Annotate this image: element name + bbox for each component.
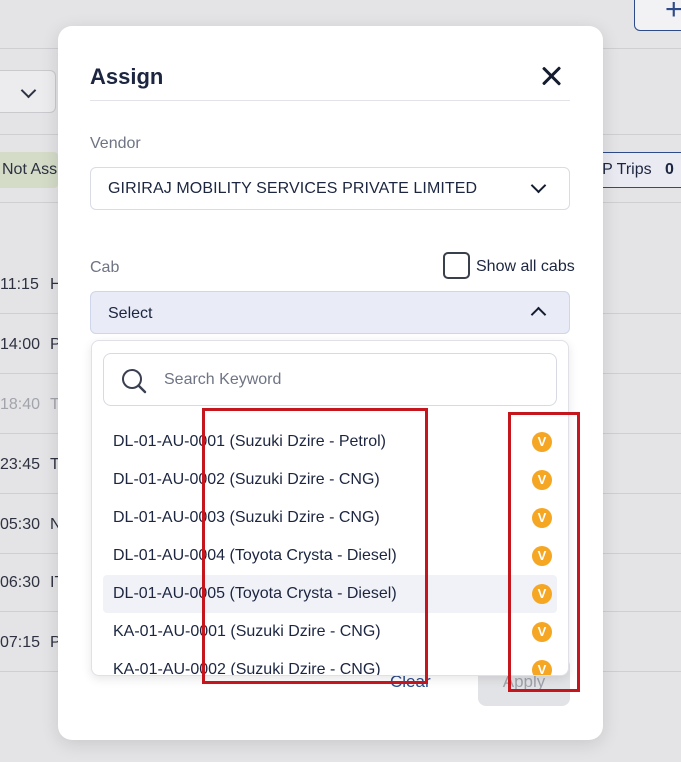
trip-row[interactable]: 11:15 H bbox=[0, 276, 62, 300]
modal-title: Assign bbox=[90, 64, 164, 89]
add-button[interactable]: + bbox=[634, 0, 681, 31]
cab-option[interactable]: KA-01-AU-0001 (Suzuki Dzire - CNG) V bbox=[103, 613, 557, 651]
trip-row[interactable]: 07:15 P bbox=[0, 634, 61, 658]
search-input[interactable] bbox=[164, 366, 544, 394]
vendor-select[interactable]: GIRIRAJ MOBILITY SERVICES PRIVATE LIMITE… bbox=[90, 167, 570, 210]
trip-time: 14:00 bbox=[0, 336, 41, 353]
vendor-value: GIRIRAJ MOBILITY SERVICES PRIVATE LIMITE… bbox=[108, 180, 478, 197]
cab-option[interactable]: DL-01-AU-0005 (Toyota Crysta - Diesel) V bbox=[103, 575, 557, 613]
vendor-badge-icon: V bbox=[532, 622, 552, 642]
cab-label: Cab bbox=[90, 259, 120, 276]
vendor-badge-icon: V bbox=[532, 470, 552, 490]
trip-row[interactable]: 06:30IT bbox=[0, 574, 64, 598]
cab-option-label: KA-01-AU-0002 (Suzuki Dzire - CNG) bbox=[113, 661, 381, 676]
cab-dropdown: DL-01-AU-0001 (Suzuki Dzire - Petrol) V … bbox=[91, 340, 569, 676]
close-icon[interactable] bbox=[540, 64, 564, 88]
show-all-cabs-label: Show all cabs bbox=[476, 258, 575, 275]
not-assigned-tab[interactable]: Not Assi bbox=[0, 152, 58, 188]
vendor-badge-icon: V bbox=[532, 546, 552, 566]
plus-icon: + bbox=[665, 0, 681, 26]
cab-option[interactable]: DL-01-AU-0001 (Suzuki Dzire - Petrol) V bbox=[103, 423, 557, 461]
search-box[interactable] bbox=[103, 353, 557, 406]
trip-time: 06:30 bbox=[0, 574, 41, 591]
show-all-cabs-checkbox[interactable] bbox=[443, 252, 470, 279]
vendor-badge-icon: V bbox=[532, 508, 552, 528]
chevron-down-icon bbox=[530, 177, 547, 194]
cab-option[interactable]: DL-01-AU-0003 (Suzuki Dzire - CNG) V bbox=[103, 499, 557, 537]
chevron-up-icon bbox=[530, 306, 547, 323]
trip-row[interactable]: 18:40 T bbox=[0, 396, 60, 420]
trip-row[interactable]: 23:45 T bbox=[0, 456, 60, 480]
trip-row[interactable]: 05:30 N bbox=[0, 516, 62, 540]
cab-option-label: DL-01-AU-0005 (Toyota Crysta - Diesel) bbox=[113, 585, 397, 602]
vendor-badge-icon: V bbox=[532, 660, 552, 675]
cab-select[interactable]: Select bbox=[90, 291, 570, 334]
trip-time: 07:15 bbox=[0, 634, 41, 651]
cab-option[interactable]: KA-01-AU-0002 (Suzuki Dzire - CNG) V bbox=[103, 651, 557, 676]
trip-time: 11:15 bbox=[0, 276, 39, 293]
trip-time: 23:45 bbox=[0, 456, 41, 473]
cab-option-label: DL-01-AU-0002 (Suzuki Dzire - CNG) bbox=[113, 471, 380, 488]
cab-option-label: KA-01-AU-0001 (Suzuki Dzire - CNG) bbox=[113, 623, 381, 640]
vendor-badge-icon: V bbox=[532, 584, 552, 604]
cab-option[interactable]: DL-01-AU-0002 (Suzuki Dzire - CNG) V bbox=[103, 461, 557, 499]
cab-select-value: Select bbox=[108, 305, 153, 322]
divider bbox=[90, 100, 570, 101]
vip-trips-count: 0 bbox=[665, 161, 674, 178]
vendor-badge-icon: V bbox=[532, 432, 552, 452]
vendor-label: Vendor bbox=[90, 135, 141, 152]
cab-option-label: DL-01-AU-0003 (Suzuki Dzire - CNG) bbox=[113, 509, 380, 526]
chevron-down-icon bbox=[20, 82, 37, 99]
cab-option-label: DL-01-AU-0004 (Toyota Crysta - Diesel) bbox=[113, 547, 397, 564]
trip-row[interactable]: 14:00 P bbox=[0, 336, 61, 360]
search-icon bbox=[122, 369, 147, 394]
cab-option-label: DL-01-AU-0001 (Suzuki Dzire - Petrol) bbox=[113, 433, 386, 450]
filter-select[interactable] bbox=[0, 70, 56, 113]
trip-time: 05:30 bbox=[0, 516, 41, 533]
cab-option[interactable]: DL-01-AU-0004 (Toyota Crysta - Diesel) V bbox=[103, 537, 557, 575]
trip-time: 18:40 bbox=[0, 396, 41, 413]
